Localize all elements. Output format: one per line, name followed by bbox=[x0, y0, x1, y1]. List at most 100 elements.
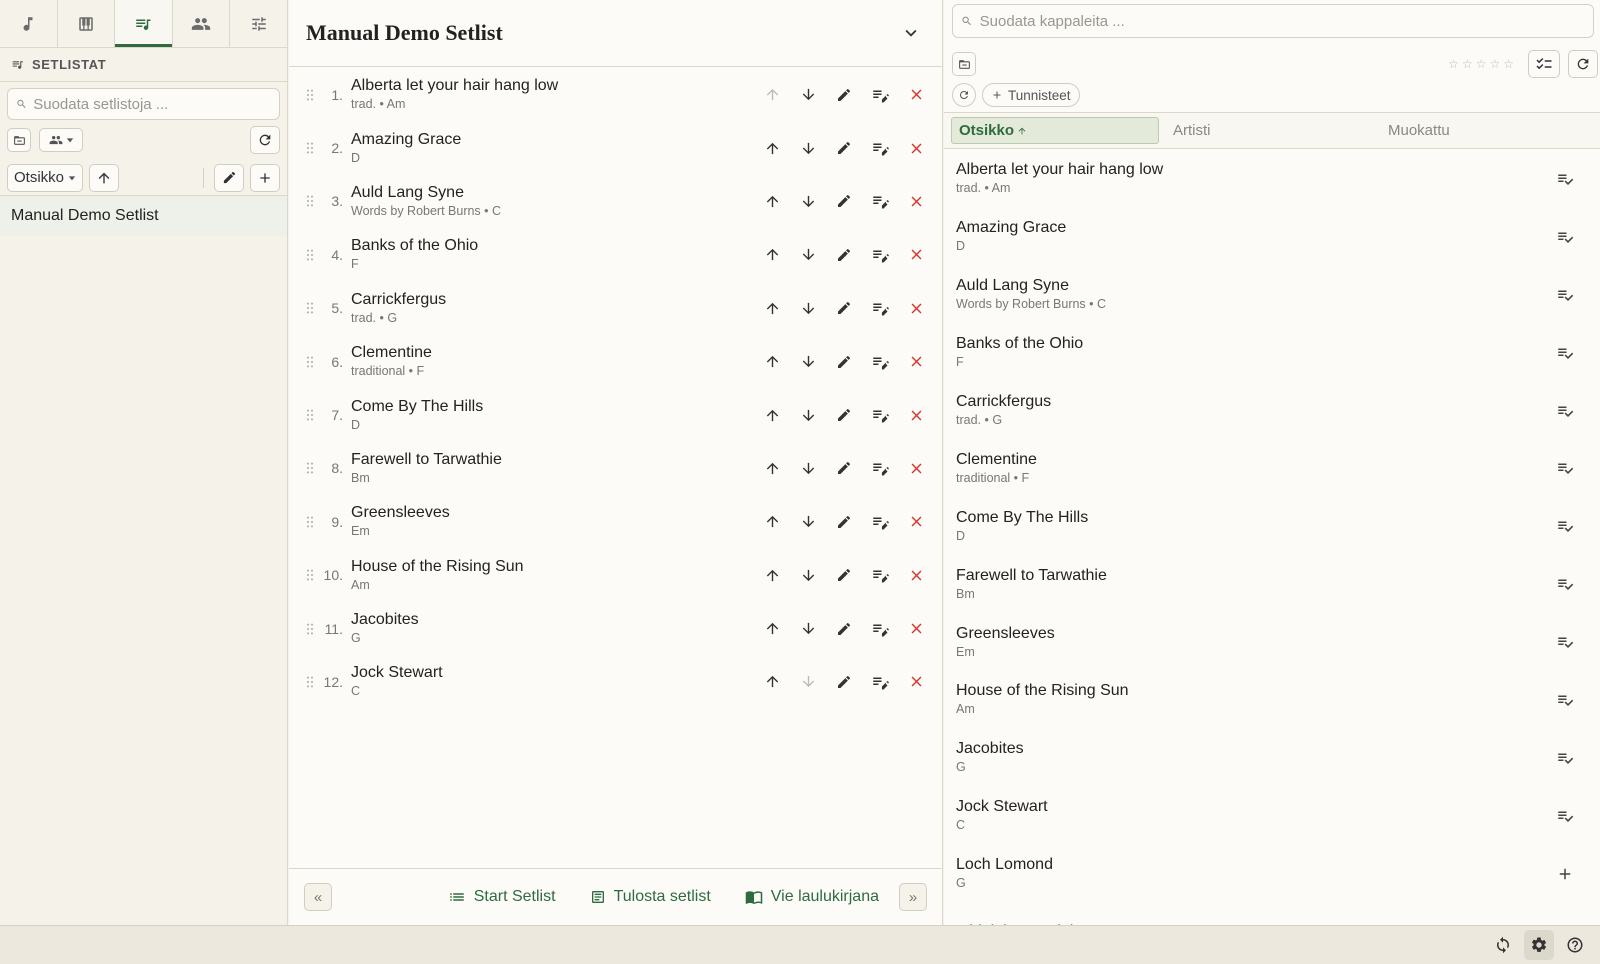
list-item[interactable]: Auld Lang Syne Words by Robert Burns • C bbox=[944, 266, 1600, 324]
edit-song-button[interactable] bbox=[826, 240, 862, 270]
in-setlist-button[interactable] bbox=[1550, 286, 1580, 304]
song-options-button[interactable] bbox=[862, 293, 898, 323]
in-setlist-button[interactable] bbox=[1550, 575, 1580, 593]
move-up-button[interactable] bbox=[754, 667, 790, 697]
multi-select-button[interactable] bbox=[1528, 50, 1560, 78]
move-down-button[interactable] bbox=[790, 560, 826, 590]
remove-song-button[interactable] bbox=[898, 453, 934, 483]
remove-song-button[interactable] bbox=[898, 347, 934, 377]
drag-handle-icon[interactable] bbox=[289, 460, 319, 476]
edit-song-button[interactable] bbox=[826, 614, 862, 644]
reset-filters-button[interactable] bbox=[952, 83, 976, 107]
add-tag-button[interactable]: Tunnisteet bbox=[982, 83, 1080, 107]
move-down-button[interactable] bbox=[790, 240, 826, 270]
table-row[interactable]: 1. Alberta let your hair hang low trad. • … bbox=[289, 68, 942, 121]
in-setlist-button[interactable] bbox=[1550, 633, 1580, 651]
move-up-button[interactable] bbox=[754, 80, 790, 110]
song-options-button[interactable] bbox=[862, 80, 898, 110]
table-row[interactable]: 11. Jacobites G bbox=[289, 602, 942, 655]
in-setlist-button[interactable] bbox=[1550, 228, 1580, 246]
table-row[interactable]: 3. Auld Lang Syne Words by Robert Burns • … bbox=[289, 175, 942, 228]
drag-handle-icon[interactable] bbox=[289, 674, 319, 690]
remove-song-button[interactable] bbox=[898, 186, 934, 216]
remove-song-button[interactable] bbox=[898, 560, 934, 590]
list-item[interactable]: Banks of the Ohio F bbox=[944, 324, 1600, 382]
drag-handle-icon[interactable] bbox=[289, 300, 319, 316]
tab-songs[interactable] bbox=[0, 0, 58, 47]
song-options-button[interactable] bbox=[862, 400, 898, 430]
drag-handle-icon[interactable] bbox=[289, 193, 319, 209]
list-item[interactable]: Come By The Hills D bbox=[944, 497, 1600, 555]
list-item[interactable]: House of the Rising Sun Am bbox=[944, 671, 1600, 729]
drag-handle-icon[interactable] bbox=[289, 140, 319, 156]
list-item[interactable]: Jacobites G bbox=[944, 729, 1600, 787]
song-options-button[interactable] bbox=[862, 507, 898, 537]
edit-song-button[interactable] bbox=[826, 400, 862, 430]
table-row[interactable]: 10. House of the Rising Sun Am bbox=[289, 549, 942, 602]
table-row[interactable]: 12. Jock Stewart C bbox=[289, 655, 942, 708]
song-filter-input[interactable] bbox=[979, 12, 1593, 30]
move-down-button[interactable] bbox=[790, 293, 826, 323]
edit-song-button[interactable] bbox=[826, 667, 862, 697]
in-setlist-button[interactable] bbox=[1550, 344, 1580, 362]
column-title[interactable]: Otsikko bbox=[951, 117, 1159, 144]
list-item[interactable]: Alberta let your hair hang low trad. • Am bbox=[944, 150, 1600, 208]
table-row[interactable]: 6. Clementine traditional • F bbox=[289, 335, 942, 388]
edit-song-button[interactable] bbox=[826, 186, 862, 216]
add-setlist-button[interactable] bbox=[250, 163, 280, 192]
start-setlist-button[interactable]: Start Setlist bbox=[448, 888, 556, 906]
table-row[interactable]: 2. Amazing Grace D bbox=[289, 121, 942, 174]
edit-song-button[interactable] bbox=[826, 560, 862, 590]
move-down-button[interactable] bbox=[790, 347, 826, 377]
column-modified[interactable]: Muokattu bbox=[1381, 117, 1596, 144]
remove-song-button[interactable] bbox=[898, 400, 934, 430]
move-up-button[interactable] bbox=[754, 347, 790, 377]
move-up-button[interactable] bbox=[754, 293, 790, 323]
move-up-button[interactable] bbox=[754, 186, 790, 216]
remove-song-button[interactable] bbox=[898, 133, 934, 163]
remove-song-button[interactable] bbox=[898, 614, 934, 644]
move-up-button[interactable] bbox=[754, 133, 790, 163]
settings-button[interactable] bbox=[1524, 930, 1554, 960]
move-down-button[interactable] bbox=[790, 186, 826, 216]
list-item[interactable]: Midnight Special bbox=[944, 903, 1600, 925]
drag-handle-icon[interactable] bbox=[289, 87, 319, 103]
in-setlist-button[interactable] bbox=[1550, 517, 1580, 535]
song-options-button[interactable] bbox=[862, 560, 898, 590]
move-up-button[interactable] bbox=[754, 240, 790, 270]
print-setlist-button[interactable]: Tulosta setlist bbox=[590, 888, 711, 906]
in-setlist-button[interactable] bbox=[1550, 459, 1580, 477]
remove-song-button[interactable] bbox=[898, 667, 934, 697]
sort-direction-button[interactable] bbox=[89, 163, 120, 192]
in-setlist-button[interactable] bbox=[1550, 402, 1580, 420]
setlist-item[interactable]: Manual Demo Setlist bbox=[0, 196, 287, 236]
move-down-button[interactable] bbox=[790, 80, 826, 110]
edit-song-button[interactable] bbox=[826, 453, 862, 483]
rating-filter[interactable]: ☆ ☆ ☆ ☆ ☆ bbox=[1448, 57, 1514, 71]
sync-button[interactable] bbox=[1488, 930, 1518, 960]
collapse-right-button[interactable]: » bbox=[899, 883, 927, 911]
refresh-button[interactable] bbox=[1568, 50, 1598, 78]
move-down-button[interactable] bbox=[790, 507, 826, 537]
move-up-button[interactable] bbox=[754, 453, 790, 483]
remove-song-button[interactable] bbox=[898, 507, 934, 537]
drag-handle-icon[interactable] bbox=[289, 514, 319, 530]
table-row[interactable]: 7. Come By The Hills D bbox=[289, 388, 942, 441]
table-row[interactable]: 5. Carrickfergus trad. • G bbox=[289, 282, 942, 335]
song-options-button[interactable] bbox=[862, 133, 898, 163]
move-down-button[interactable] bbox=[790, 667, 826, 697]
setlist-filter-input[interactable] bbox=[33, 95, 279, 113]
move-down-button[interactable] bbox=[790, 614, 826, 644]
drag-handle-icon[interactable] bbox=[289, 567, 319, 583]
remove-song-button[interactable] bbox=[898, 240, 934, 270]
list-item[interactable]: Greensleeves Em bbox=[944, 613, 1600, 671]
remove-song-button[interactable] bbox=[898, 293, 934, 323]
archive-button[interactable] bbox=[952, 52, 976, 76]
drag-handle-icon[interactable] bbox=[289, 354, 319, 370]
list-item[interactable]: Amazing Grace D bbox=[944, 208, 1600, 266]
in-setlist-button[interactable] bbox=[1550, 807, 1580, 825]
sort-field-dropdown[interactable]: Otsikko bbox=[7, 163, 84, 192]
tab-setlists[interactable] bbox=[115, 0, 173, 47]
song-options-button[interactable] bbox=[862, 614, 898, 644]
table-row[interactable]: 9. Greensleeves Em bbox=[289, 495, 942, 548]
